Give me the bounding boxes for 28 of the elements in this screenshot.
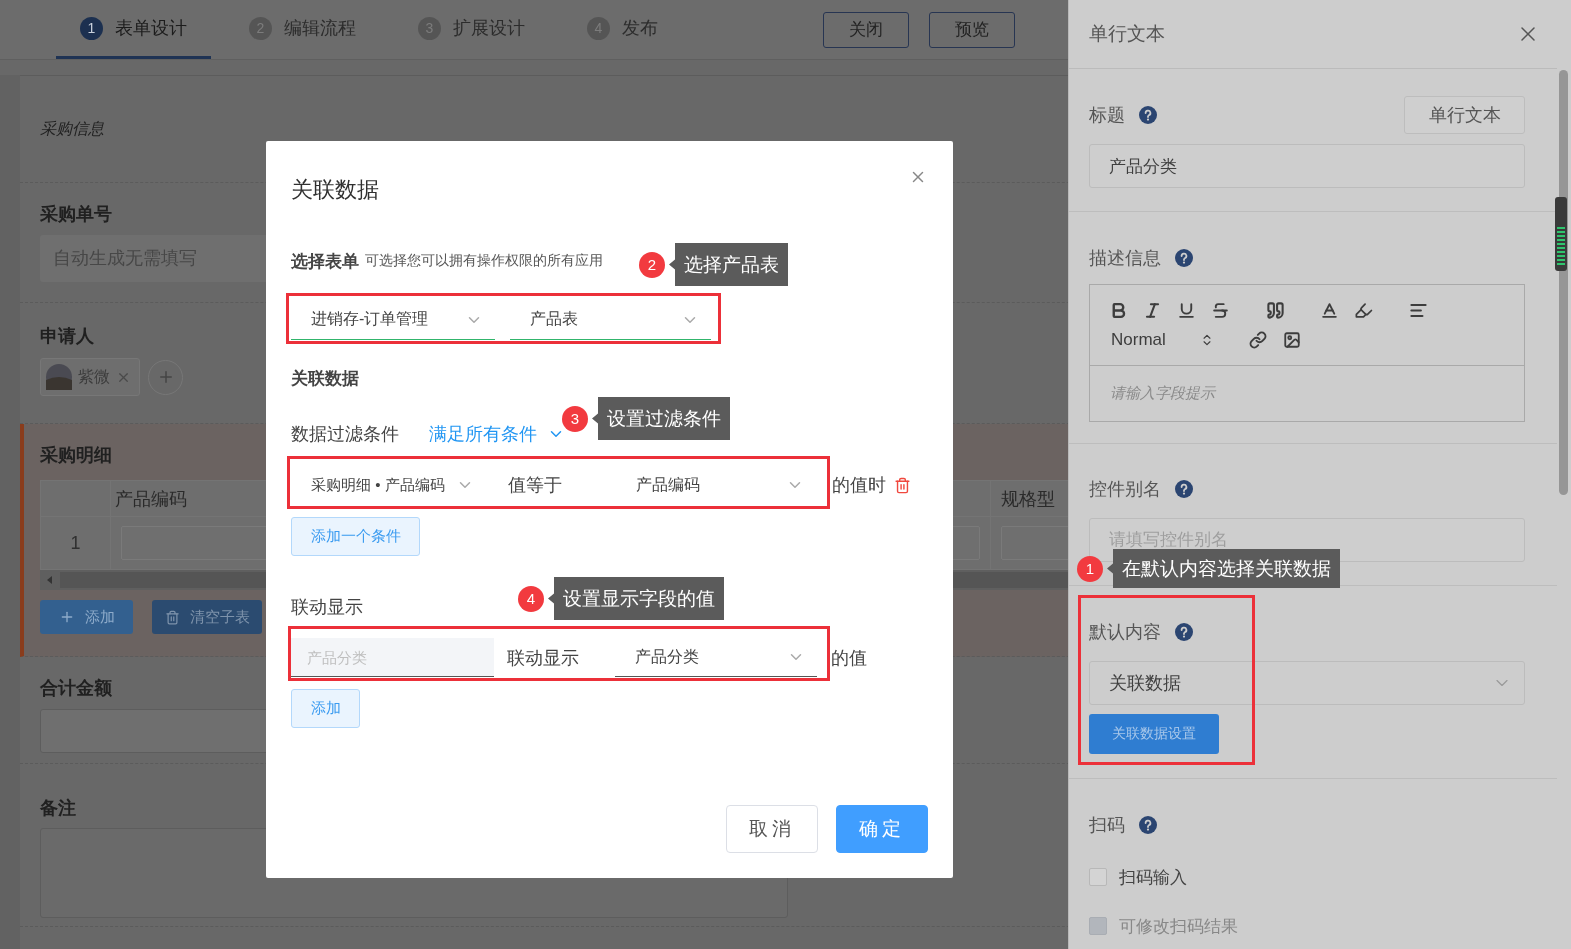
field-label: 标题 [1089, 104, 1125, 127]
field-label: 数据过滤条件 [291, 423, 399, 446]
field-label: 备注 [40, 797, 77, 819]
field-label: 描述信息 [1089, 247, 1161, 270]
section-label: 关联数据 [291, 367, 359, 390]
checkbox-label: 可修改扫码结果 [1119, 915, 1238, 938]
operator-text: 联动显示 [506, 646, 580, 670]
row-number: 1 [41, 517, 111, 569]
panel-title: 单行文本 [1089, 22, 1165, 46]
field-label: 采购明细 [40, 444, 113, 466]
field-label: 默认内容 [1089, 621, 1161, 644]
callout-tooltip: 设置显示字段的值 [548, 577, 724, 620]
callout-tooltip: 设置过滤条件 [592, 397, 730, 440]
field-label: 控件别名 [1089, 478, 1161, 501]
dialog-title: 关联数据 [291, 176, 379, 204]
callout-tooltip: 在默认内容选择关联数据 [1107, 549, 1340, 588]
callout-tooltip: 选择产品表 [669, 243, 788, 286]
field-label: 申请人 [40, 325, 95, 347]
hint-text: 可选择您可以拥有操作权限的所有应用 [365, 252, 603, 270]
field-label: 采购单号 [40, 203, 113, 225]
checkbox-label: 扫码输入 [1119, 866, 1187, 889]
section-label: 选择表单 [291, 250, 359, 273]
field-label: 合计金额 [40, 677, 113, 699]
editor-placeholder: 请输入字段提示 [1109, 383, 1217, 403]
field-label: 扫码 [1089, 814, 1125, 837]
field-label: 联动显示 [291, 596, 363, 619]
suffix-text: 的值 [830, 646, 867, 670]
step-number: 1 [80, 16, 103, 40]
